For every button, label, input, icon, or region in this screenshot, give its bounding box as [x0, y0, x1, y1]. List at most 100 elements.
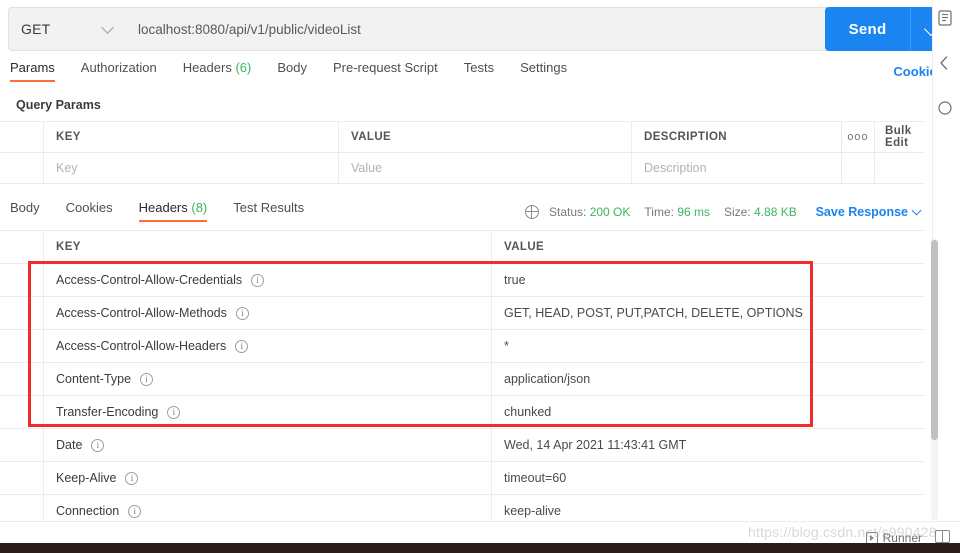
response-tab-headers[interactable]: Headers (8)	[138, 200, 207, 222]
bulk-edit-label: Bulk Edit	[885, 125, 912, 149]
header-key-text: Access-Control-Allow-Methods	[56, 306, 227, 320]
right-sidebar	[931, 0, 960, 520]
row-gutter	[0, 363, 44, 395]
info-icon[interactable]: i	[128, 504, 142, 518]
http-method-dropdown[interactable]: GET	[8, 7, 124, 51]
query-params-row-checkbox[interactable]	[0, 153, 44, 183]
header-value-cell: true	[492, 264, 925, 296]
header-value-text: keep-alive	[504, 504, 561, 518]
query-params-key-placeholder: Key	[56, 161, 78, 175]
time-label: Time:	[644, 205, 674, 219]
response-headers-gutter	[0, 231, 44, 263]
save-response-button[interactable]: Save Response	[815, 205, 922, 219]
query-params-value-placeholder: Value	[351, 161, 383, 175]
tab-settings[interactable]: Settings	[520, 60, 567, 82]
status-label: Status:	[549, 205, 587, 219]
query-params-value-input[interactable]: Value	[339, 153, 632, 183]
info-circle-icon[interactable]	[937, 100, 953, 116]
table-row: Access-Control-Allow-Credentials i true	[0, 264, 925, 297]
header-value-text: *	[504, 339, 509, 353]
send-button[interactable]: Send	[825, 7, 910, 51]
query-params-key-input[interactable]: Key	[44, 153, 339, 183]
tab-params[interactable]: Params	[10, 60, 55, 82]
chevron-down-icon	[911, 205, 922, 216]
info-icon[interactable]: i	[235, 306, 249, 320]
time-stat: Time: 96 ms	[644, 205, 710, 219]
info-icon[interactable]: i	[167, 405, 181, 419]
response-tab-body-label: Body	[10, 200, 40, 215]
response-tab-test-results[interactable]: Test Results	[233, 200, 304, 222]
query-params-title: Query Params	[16, 98, 101, 112]
time-value: 96 ms	[677, 205, 710, 219]
table-row: Access-Control-Allow-Methods i GET, HEAD,…	[0, 297, 925, 330]
tab-body[interactable]: Body	[277, 60, 307, 82]
row-gutter	[0, 330, 44, 362]
tab-authorization-label: Authorization	[80, 60, 157, 75]
query-params-col-key: KEY	[44, 122, 339, 152]
query-params-description-input[interactable]: Description	[632, 153, 842, 183]
header-key-cell: Transfer-Encoding i	[44, 396, 492, 428]
response-scrollbar-thumb[interactable]	[931, 240, 938, 440]
header-value-text: chunked	[504, 405, 552, 419]
tab-tests[interactable]: Tests	[464, 60, 494, 82]
query-params-col-value-label: VALUE	[351, 131, 392, 143]
http-method-label: GET	[21, 21, 51, 37]
request-tabs: Params Authorization Headers (6) Body Pr…	[10, 60, 910, 88]
header-key-text: Date	[56, 438, 83, 452]
size-label: Size:	[724, 205, 751, 219]
response-tabs: Body Cookies Headers (8) Test Results	[10, 200, 330, 230]
tab-pre-request-script[interactable]: Pre-request Script	[333, 60, 438, 82]
query-params-more-options-button[interactable]: ooo	[842, 122, 875, 152]
ellipsis-icon: ooo	[847, 131, 869, 143]
header-key-text: Access-Control-Allow-Credentials	[56, 273, 243, 287]
header-value-cell: chunked	[492, 396, 925, 428]
header-value-text: timeout=60	[504, 471, 567, 485]
response-stats: Status: 200 OK Time: 96 ms Size: 4.88 KB	[524, 204, 811, 219]
code-snippet-icon[interactable]	[937, 10, 953, 26]
info-icon[interactable]: i	[251, 273, 265, 287]
response-tab-test-results-label: Test Results	[233, 200, 305, 215]
info-icon[interactable]: i	[91, 438, 105, 452]
tab-headers[interactable]: Headers (6)	[183, 60, 252, 82]
header-value-cell: Wed, 14 Apr 2021 11:43:41 GMT	[492, 429, 925, 461]
header-key-cell: Access-Control-Allow-Credentials i	[44, 264, 492, 296]
row-gutter	[0, 462, 44, 494]
tab-params-label: Params	[10, 60, 55, 75]
header-value-cell: timeout=60	[492, 462, 925, 494]
bulk-edit-button[interactable]: Bulk Edit	[875, 122, 925, 152]
status-stat: Status: 200 OK	[549, 205, 630, 219]
query-params-gutter	[0, 122, 44, 152]
query-params-header-row: KEY VALUE DESCRIPTION ooo Bulk Edit	[0, 122, 925, 153]
table-row: Transfer-Encoding i chunked	[0, 396, 925, 429]
info-icon[interactable]: i	[235, 339, 249, 353]
row-gutter	[0, 264, 44, 296]
table-row: Date i Wed, 14 Apr 2021 11:43:41 GMT	[0, 429, 925, 462]
status-value: 200 OK	[589, 205, 631, 219]
header-key-text: Content-Type	[56, 372, 132, 386]
comment-icon[interactable]	[937, 55, 953, 71]
window-edge	[0, 543, 960, 553]
url-input[interactable]: localhost:8080/api/v1/public/videoList	[124, 7, 912, 51]
save-response-label: Save Response	[815, 205, 908, 219]
tab-headers-label: Headers	[182, 60, 232, 75]
info-icon[interactable]: i	[125, 471, 139, 485]
header-key-text: Connection	[56, 504, 120, 518]
tab-body-label: Body	[277, 60, 307, 75]
header-key-cell: Content-Type i	[44, 363, 492, 395]
table-row: Access-Control-Allow-Headers i *	[0, 330, 925, 363]
header-value-cell: application/json	[492, 363, 925, 395]
response-tab-cookies[interactable]: Cookies	[66, 200, 113, 222]
response-headers-col-key-label: KEY	[56, 241, 81, 253]
row-gutter	[0, 396, 44, 428]
query-params-row-spacer-2	[875, 153, 925, 183]
two-pane-layout-icon[interactable]	[935, 529, 950, 543]
info-icon[interactable]: i	[140, 372, 154, 386]
header-value-text: GET, HEAD, POST, PUT,PATCH, DELETE, OPTI…	[504, 306, 803, 320]
query-params-col-description: DESCRIPTION	[632, 122, 842, 152]
tab-authorization[interactable]: Authorization	[81, 60, 157, 82]
query-params-empty-row: Key Value Description	[0, 153, 925, 184]
query-params-description-placeholder: Description	[644, 161, 707, 175]
header-key-text: Access-Control-Allow-Headers	[56, 339, 227, 353]
response-tab-body[interactable]: Body	[10, 200, 40, 222]
size-value: 4.88 KB	[754, 205, 797, 219]
